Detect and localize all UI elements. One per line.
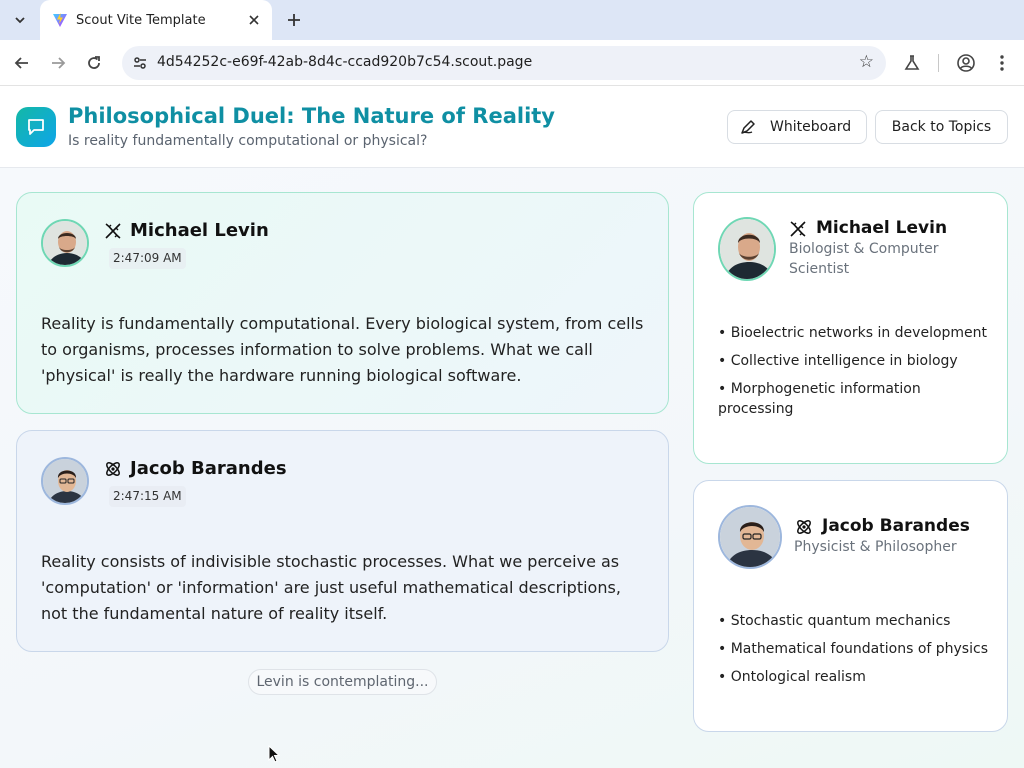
avatar bbox=[718, 505, 782, 569]
message-text: Reality is fundamentally computational. … bbox=[41, 314, 644, 385]
profile-name: Michael Levin bbox=[816, 218, 948, 238]
dna-icon bbox=[788, 219, 808, 239]
labs-flask-icon[interactable] bbox=[898, 49, 926, 77]
profile-topics: • Bioelectric networks in development • … bbox=[718, 323, 988, 427]
back-arrow-icon[interactable] bbox=[8, 49, 36, 77]
list-item: • Bioelectric networks in development bbox=[718, 325, 988, 341]
chat-bubble-icon bbox=[16, 107, 56, 147]
atom-icon bbox=[794, 517, 814, 537]
new-tab-icon[interactable] bbox=[280, 6, 308, 34]
message-card: Michael Levin 2:47:09 AM Reality is fund… bbox=[16, 192, 669, 414]
pen-tool-icon bbox=[740, 119, 756, 135]
vite-logo-icon bbox=[53, 13, 67, 27]
profile-icon[interactable] bbox=[952, 49, 980, 77]
back-to-topics-button[interactable]: Back to Topics bbox=[875, 110, 1008, 144]
app-header: Philosophical Duel: The Nature of Realit… bbox=[0, 87, 1024, 168]
dna-icon bbox=[103, 221, 123, 241]
profile-role: Biologist & Computer Scientist bbox=[789, 241, 939, 277]
url-text[interactable]: 4d54252c-e69f-42ab-8d4c-ccad920b7c54.sco… bbox=[157, 54, 532, 70]
kebab-menu-icon[interactable] bbox=[988, 49, 1016, 77]
browser-tab[interactable]: Scout Vite Template bbox=[40, 0, 272, 40]
list-item: • Stochastic quantum mechanics bbox=[718, 613, 951, 629]
profile-card: Jacob Barandes Physicist & Philosopher •… bbox=[693, 480, 1008, 732]
profile-role: Physicist & Philosopher bbox=[794, 539, 957, 555]
reload-icon[interactable] bbox=[80, 49, 108, 77]
profile-name: Jacob Barandes bbox=[822, 516, 970, 536]
typing-status: Levin is contemplating... bbox=[248, 669, 437, 695]
message-text: Reality consists of indivisible stochast… bbox=[41, 552, 621, 623]
toolbar-divider bbox=[938, 54, 939, 72]
whiteboard-label: Whiteboard bbox=[770, 119, 852, 135]
profile-topics: • Stochastic quantum mechanics • Mathema… bbox=[718, 611, 988, 695]
page-title: Philosophical Duel: The Nature of Realit… bbox=[68, 104, 555, 128]
list-item: • Morphogenetic information processing bbox=[718, 381, 921, 417]
site-settings-icon[interactable] bbox=[130, 53, 150, 73]
bookmark-star-icon[interactable]: ☆ bbox=[859, 52, 874, 72]
close-tab-icon[interactable] bbox=[244, 10, 264, 30]
speaker-name: Jacob Barandes bbox=[130, 458, 287, 479]
message-timestamp: 2:47:09 AM bbox=[109, 248, 186, 269]
browser-tab-bar: Scout Vite Template bbox=[0, 0, 1024, 40]
main-content: Michael Levin 2:47:09 AM Reality is fund… bbox=[0, 168, 1024, 768]
avatar bbox=[41, 457, 89, 505]
list-item: • Collective intelligence in biology bbox=[718, 353, 958, 369]
tab-title: Scout Vite Template bbox=[76, 12, 206, 28]
message-card: Jacob Barandes 2:47:15 AM Reality consis… bbox=[16, 430, 669, 652]
forward-arrow-icon[interactable] bbox=[44, 49, 72, 77]
browser-toolbar: 4d54252c-e69f-42ab-8d4c-ccad920b7c54.sco… bbox=[0, 40, 1024, 86]
message-timestamp: 2:47:15 AM bbox=[109, 486, 186, 507]
list-item: • Ontological realism bbox=[718, 669, 866, 685]
whiteboard-button[interactable]: Whiteboard bbox=[727, 110, 867, 144]
speaker-name: Michael Levin bbox=[130, 220, 269, 241]
address-bar[interactable]: 4d54252c-e69f-42ab-8d4c-ccad920b7c54.sco… bbox=[122, 46, 886, 80]
avatar bbox=[41, 219, 89, 267]
list-item: • Mathematical foundations of physics bbox=[718, 641, 988, 657]
profile-card: Michael Levin Biologist & Computer Scien… bbox=[693, 192, 1008, 464]
avatar bbox=[718, 217, 776, 281]
page-subtitle: Is reality fundamentally computational o… bbox=[68, 133, 428, 149]
mouse-pointer-icon bbox=[268, 745, 280, 763]
tab-search-icon[interactable] bbox=[6, 6, 34, 34]
atom-icon bbox=[103, 459, 123, 479]
